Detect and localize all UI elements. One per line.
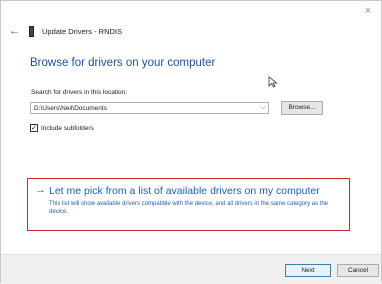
window-title: Update Drivers - RNDIS xyxy=(42,26,123,36)
device-icon xyxy=(29,25,34,37)
pick-driver-description: This list will show available drivers co… xyxy=(49,201,329,215)
back-arrow-icon[interactable]: ← xyxy=(9,25,21,37)
page-heading: Browse for drivers on your computer xyxy=(30,57,216,69)
include-subfolders-option[interactable]: ✓ Include subfolders xyxy=(30,124,94,132)
chevron-down-icon[interactable]: ⌵ xyxy=(258,104,268,112)
browse-button[interactable]: Browse... xyxy=(281,101,323,115)
pick-driver-option[interactable]: → Let me pick from a list of available d… xyxy=(27,178,350,231)
cancel-button[interactable]: Cancel xyxy=(337,264,379,277)
dialog-footer: Next Cancel xyxy=(1,254,381,284)
update-drivers-dialog: × ← Update Drivers - RNDIS Browse for dr… xyxy=(0,0,382,284)
title-bar: ← Update Drivers - RNDIS xyxy=(1,21,381,41)
close-icon[interactable]: × xyxy=(361,4,375,18)
arrow-right-icon: → xyxy=(35,184,46,196)
search-location-label: Search for drivers in this location: xyxy=(31,89,128,96)
driver-path-combobox[interactable]: D:\Users\Neil\Documents ⌵ xyxy=(30,102,269,114)
include-subfolders-label[interactable]: Include subfolders xyxy=(41,125,94,132)
mouse-cursor-icon xyxy=(268,76,278,88)
include-subfolders-checkbox[interactable]: ✓ xyxy=(30,124,38,132)
next-button[interactable]: Next xyxy=(285,264,331,277)
driver-path-value[interactable]: D:\Users\Neil\Documents xyxy=(34,105,258,112)
pick-driver-link[interactable]: Let me pick from a list of available dri… xyxy=(49,185,320,197)
